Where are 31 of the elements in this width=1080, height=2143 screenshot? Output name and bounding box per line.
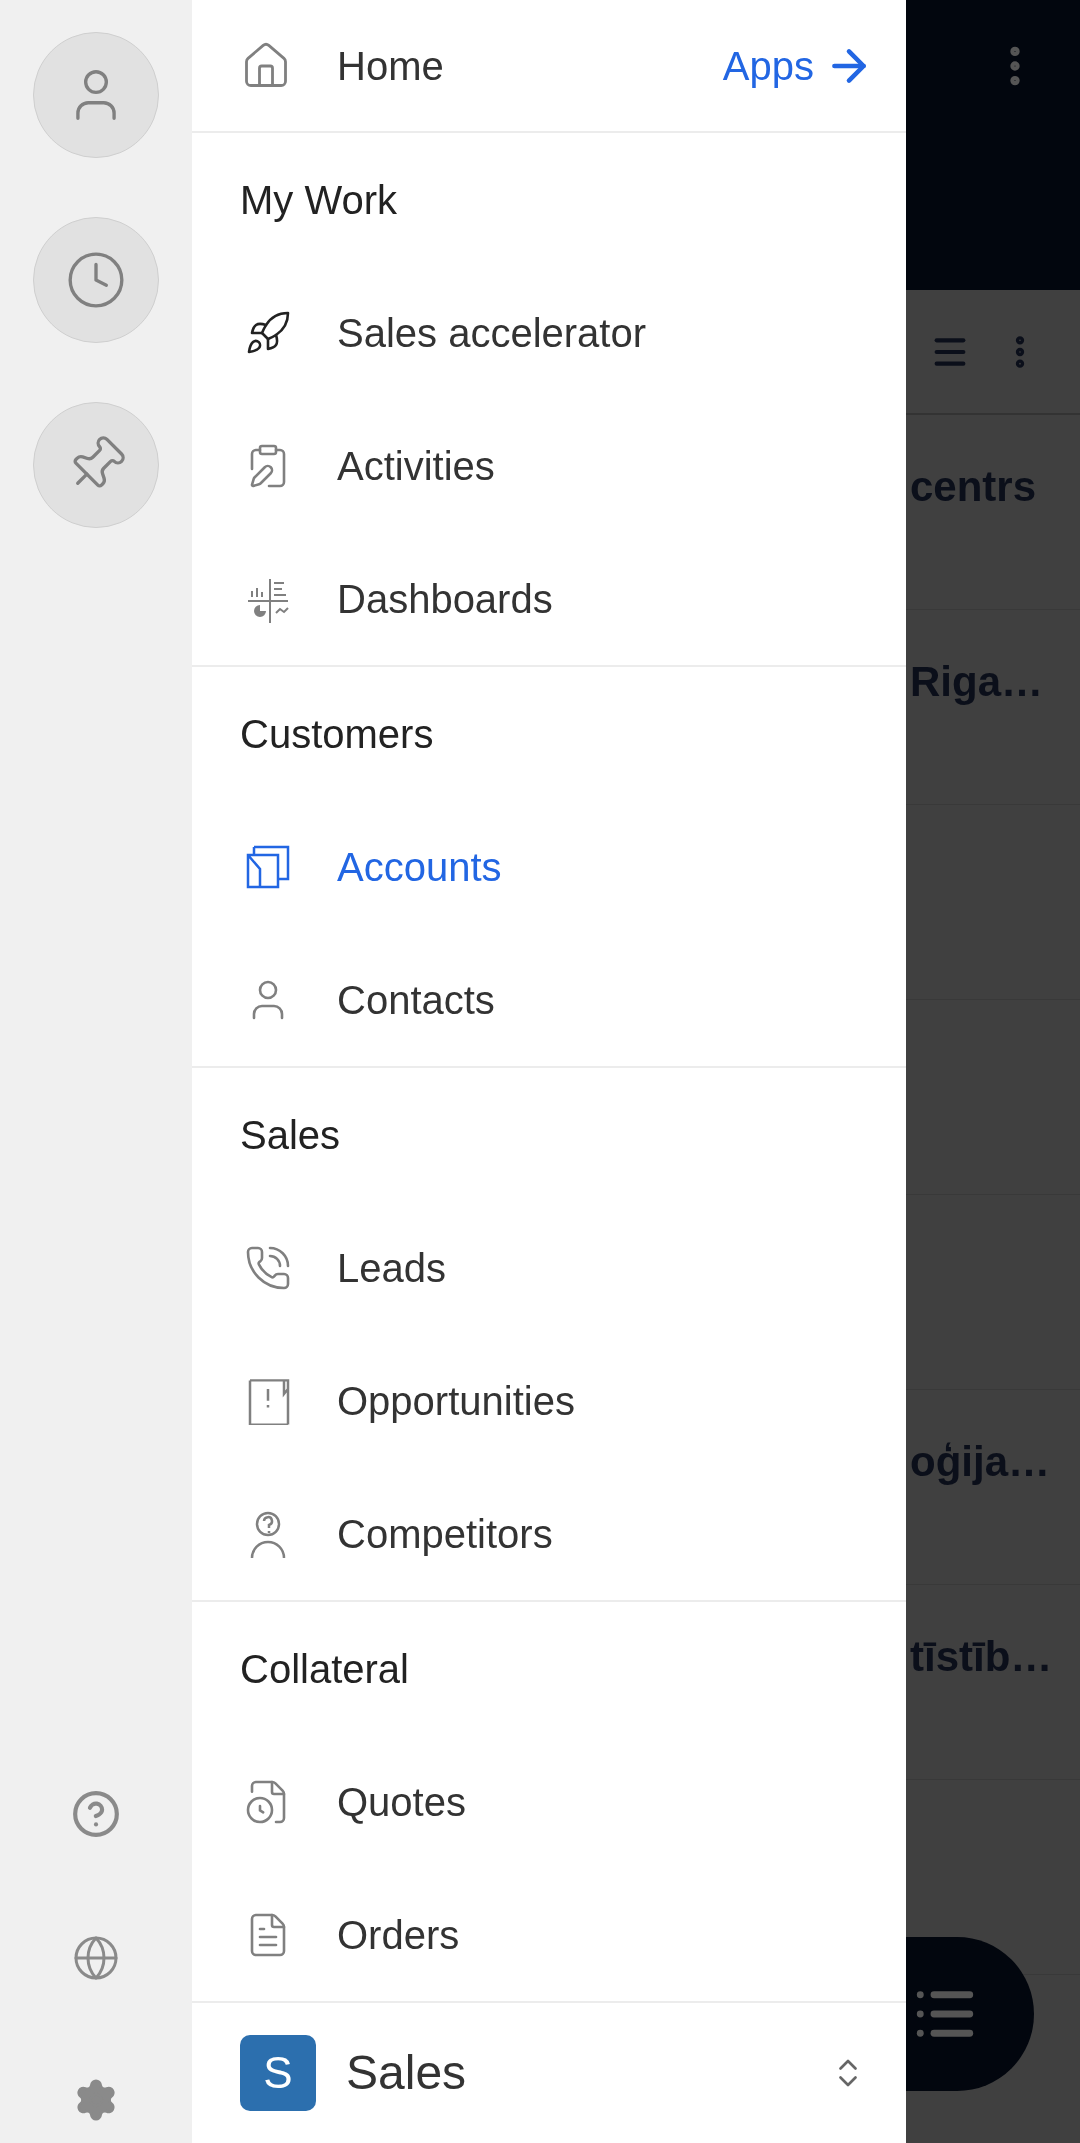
nav-item[interactable]: Contacts bbox=[192, 933, 906, 1066]
app-name: Sales bbox=[346, 2045, 467, 2101]
nav-item[interactable]: Opportunities bbox=[192, 1334, 906, 1467]
nav-item-label: Leads bbox=[337, 1244, 446, 1292]
nav-item[interactable]: Sales accelerator bbox=[192, 266, 906, 399]
nav-item-label: Competitors bbox=[337, 1510, 553, 1558]
nav-item[interactable]: Leads bbox=[192, 1201, 906, 1334]
list-fab[interactable] bbox=[906, 1937, 1034, 2091]
nav-item[interactable]: Orders bbox=[192, 1868, 906, 2001]
app-badge: S bbox=[240, 2035, 316, 2111]
section-heading: My Work bbox=[240, 176, 398, 224]
home-link[interactable]: Home bbox=[337, 35, 444, 96]
nav-item-label: Contacts bbox=[337, 976, 495, 1024]
nav-item-label: Quotes bbox=[337, 1778, 466, 1826]
nav-item-label: Sales accelerator bbox=[337, 309, 647, 357]
nav-item-label: Opportunities bbox=[337, 1377, 575, 1425]
section-heading: Sales bbox=[240, 1111, 341, 1159]
nav-item-label: Accounts bbox=[337, 843, 502, 891]
nav-item[interactable]: Dashboards bbox=[192, 532, 906, 665]
nav-item[interactable]: Quotes bbox=[192, 1735, 906, 1868]
nav-item[interactable]: Activities bbox=[192, 399, 906, 532]
apps-link[interactable]: Apps bbox=[722, 35, 874, 96]
nav-item[interactable]: Competitors bbox=[192, 1467, 906, 1600]
section-heading: Collateral bbox=[240, 1645, 409, 1693]
nav-item-label: Orders bbox=[337, 1911, 460, 1959]
nav-item-label: Dashboards bbox=[337, 575, 553, 623]
help-icon[interactable] bbox=[71, 1789, 121, 1839]
section-heading: Customers bbox=[240, 710, 434, 758]
app-switcher[interactable]: S Sales bbox=[192, 2003, 906, 2143]
nav-item[interactable]: Accounts bbox=[192, 800, 906, 933]
nav-item-label: Activities bbox=[337, 442, 495, 490]
